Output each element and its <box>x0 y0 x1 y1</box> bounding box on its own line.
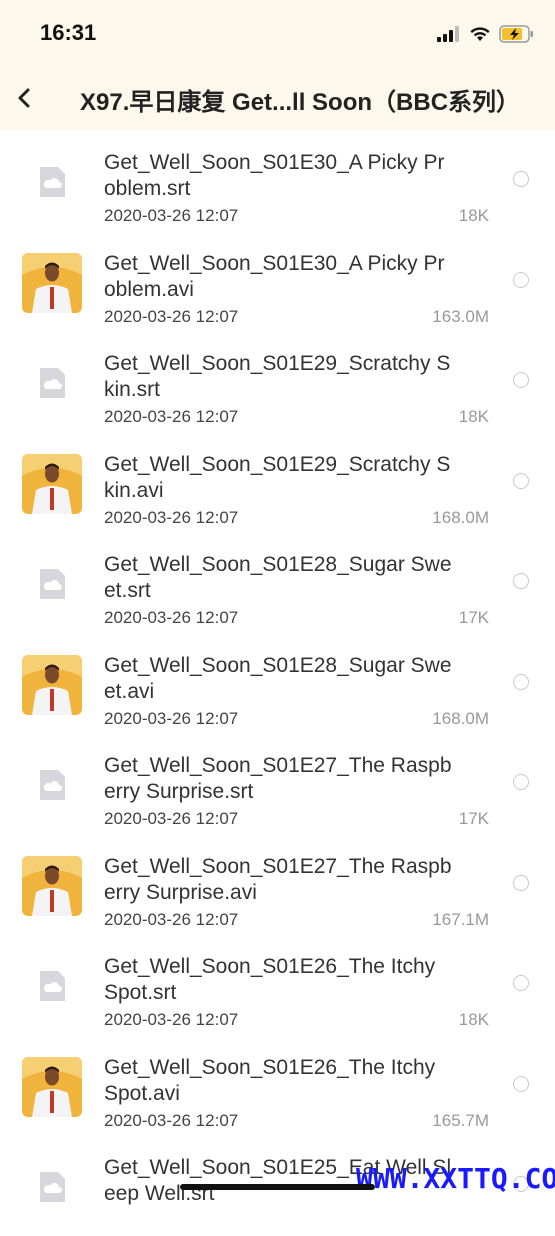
battery-charging-icon <box>499 25 533 43</box>
select-radio[interactable] <box>513 472 529 489</box>
status-time: 16:31 <box>40 20 97 45</box>
select-radio[interactable] <box>513 874 529 891</box>
select-radio[interactable] <box>513 774 529 790</box>
file-size: 168.0M <box>432 507 489 527</box>
back-button[interactable] <box>8 80 44 116</box>
watermark: WWW.XXTTQ.COM <box>356 1162 555 1195</box>
page-title: X97.早日康复 Get...ll Soon（BBC系列） <box>80 89 521 116</box>
video-thumbnail <box>22 855 82 916</box>
select-radio[interactable] <box>513 171 529 187</box>
file-size: 17K <box>458 809 489 828</box>
file-icon <box>22 152 82 212</box>
list-item[interactable]: Get_Well_Soon_S01E27_The Raspberry Surpr… <box>0 834 555 935</box>
list-item[interactable]: Get_Well_Soon_S01E29_Scratchy Skin.avi 2… <box>0 432 555 533</box>
file-size: 165.7M <box>432 1110 489 1130</box>
file-date: 2020-03-26 12:07 <box>104 909 239 929</box>
list-item[interactable]: Get_Well_Soon_S01E30_A Picky Problem.srt… <box>0 130 555 231</box>
file-date: 2020-03-26 12:07 <box>104 608 239 627</box>
video-thumbnail <box>22 654 82 715</box>
file-date: 2020-03-26 12:07 <box>104 809 239 828</box>
file-name: Get_Well_Soon_S01E29_Scratchy Skin.srt <box>104 352 451 401</box>
file-date: 2020-03-26 12:07 <box>104 306 239 326</box>
home-indicator[interactable] <box>180 1184 375 1190</box>
file-size: 163.0M <box>432 306 489 326</box>
select-radio[interactable] <box>513 673 529 690</box>
list-item[interactable]: Get_Well_Soon_S01E28_Sugar Sweet.srt 202… <box>0 532 555 633</box>
nav-bar: X97.早日康复 Get...ll Soon（BBC系列） <box>0 66 555 130</box>
file-name: Get_Well_Soon_S01E27_The Raspberry Surpr… <box>104 854 452 904</box>
file-name: Get_Well_Soon_S01E30_A Picky Problem.avi <box>104 251 445 301</box>
file-name: Get_Well_Soon_S01E26_The Itchy Spot.srt <box>104 955 436 1004</box>
file-name: Get_Well_Soon_S01E27_The Raspberry Surpr… <box>104 754 452 803</box>
file-size: 18K <box>458 407 489 426</box>
file-size: 18K <box>458 206 489 225</box>
file-icon <box>22 1157 82 1217</box>
file-icon <box>22 755 82 815</box>
list-item[interactable]: Get_Well_Soon_S01E26_The Itchy Spot.srt … <box>0 934 555 1035</box>
select-radio[interactable] <box>513 271 529 288</box>
list-item[interactable]: Get_Well_Soon_S01E30_A Picky Problem.avi… <box>0 231 555 332</box>
file-size: 167.1M <box>432 909 489 929</box>
file-date: 2020-03-26 12:07 <box>104 206 239 225</box>
file-date: 2020-03-26 12:07 <box>104 507 239 527</box>
select-radio[interactable] <box>513 1075 529 1092</box>
file-size: 168.0M <box>432 708 489 728</box>
list-item[interactable]: Get_Well_Soon_S01E28_Sugar Sweet.avi 202… <box>0 633 555 734</box>
select-radio[interactable] <box>513 573 529 589</box>
video-thumbnail <box>22 252 82 313</box>
select-radio[interactable] <box>513 372 529 388</box>
chevron-left-icon <box>18 88 30 108</box>
video-thumbnail <box>22 1056 82 1117</box>
list-item[interactable]: Get_Well_Soon_S01E26_The Itchy Spot.avi … <box>0 1035 555 1136</box>
file-icon <box>22 353 82 413</box>
file-name: Get_Well_Soon_S01E30_A Picky Problem.srt <box>104 151 445 200</box>
file-icon <box>22 554 82 614</box>
video-thumbnail <box>22 453 82 514</box>
file-name: Get_Well_Soon_S01E28_Sugar Sweet.srt <box>104 553 452 602</box>
select-radio[interactable] <box>513 975 529 991</box>
file-date: 2020-03-26 12:07 <box>104 1010 239 1029</box>
list-item[interactable]: Get_Well_Soon_S01E27_The Raspberry Surpr… <box>0 733 555 834</box>
wifi-icon <box>470 27 490 41</box>
list-item[interactable]: Get_Well_Soon_S01E29_Scratchy Skin.srt 2… <box>0 331 555 432</box>
file-size: 17K <box>458 608 489 627</box>
signal-icon <box>437 26 459 42</box>
file-icon <box>22 956 82 1016</box>
status-bar: 16:31 <box>0 0 555 66</box>
file-name: Get_Well_Soon_S01E26_The Itchy Spot.avi <box>104 1055 436 1105</box>
file-name: Get_Well_Soon_S01E28_Sugar Sweet.avi <box>104 653 452 703</box>
file-date: 2020-03-26 12:07 <box>104 407 239 426</box>
file-list: Get_Well_Soon_S01E30_A Picky Problem.srt… <box>0 130 555 1236</box>
file-date: 2020-03-26 12:07 <box>104 708 239 728</box>
file-name: Get_Well_Soon_S01E29_Scratchy Skin.avi <box>104 452 451 502</box>
file-date: 2020-03-26 12:07 <box>104 1110 239 1130</box>
file-size: 18K <box>458 1010 489 1029</box>
status-icons <box>437 22 535 46</box>
